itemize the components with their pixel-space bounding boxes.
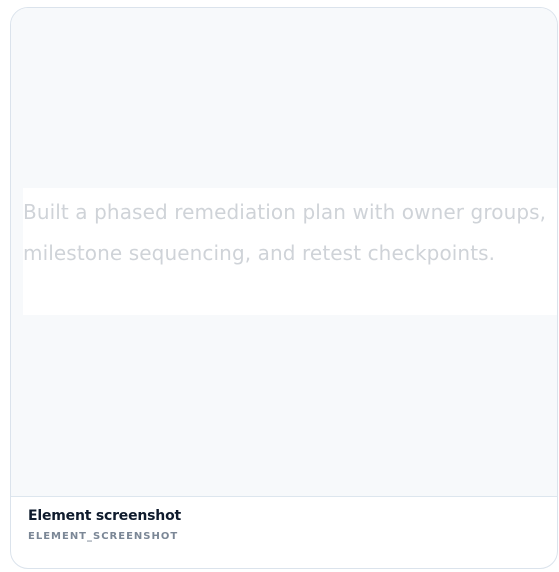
captured-element-text: Built a phased remediation plan with own… xyxy=(23,200,547,265)
card-type-label: ELEMENT_SCREENSHOT xyxy=(28,531,179,542)
card-caption: Element screenshot ELEMENT_SCREENSHOT xyxy=(28,506,181,544)
screenshot-preview: Built a phased remediation plan with own… xyxy=(11,8,557,497)
card-title: Element screenshot xyxy=(28,508,181,524)
element-screenshot-card[interactable]: Built a phased remediation plan with own… xyxy=(10,7,558,569)
captured-element: Built a phased remediation plan with own… xyxy=(23,188,557,315)
